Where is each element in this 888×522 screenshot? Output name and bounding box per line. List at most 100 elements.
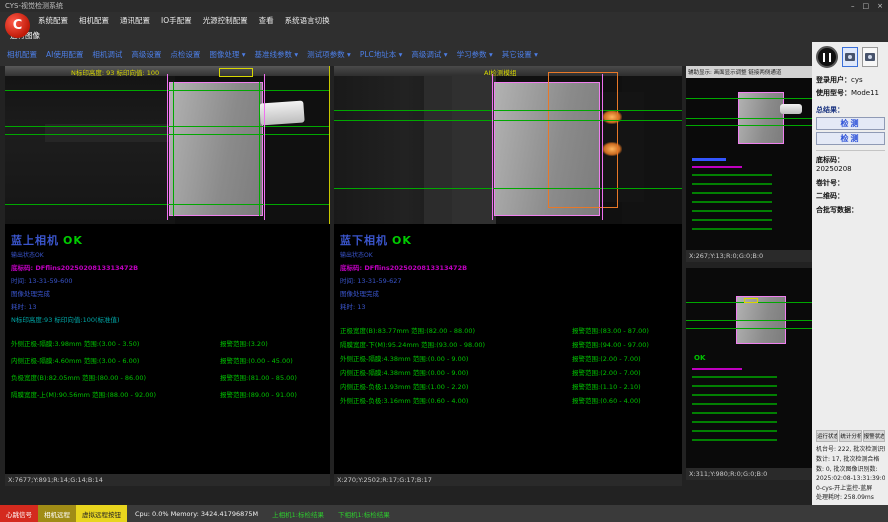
status-ok: OK — [392, 234, 412, 247]
aux-image-bottom[interactable]: OK — [686, 268, 812, 468]
menu-item[interactable]: 系统语言切换 — [285, 15, 330, 26]
pink-edge-line — [492, 74, 493, 220]
barcode-line: 底标码: DFflins2025020813313472B — [340, 262, 676, 272]
pink-edge-line — [264, 74, 265, 220]
aux-header: 辅助显示: 画面显示调整 链接两侧通道 — [686, 66, 812, 78]
menu-item[interactable]: IO手配置 — [161, 15, 192, 26]
menu-item[interactable]: 系统配置 — [38, 15, 68, 26]
toolbar-item[interactable]: 高级调试 ▾ — [411, 49, 447, 60]
toolbar-item[interactable]: 其它设置 ▾ — [502, 49, 538, 60]
cost-line: 耗时: 13 — [340, 301, 676, 311]
green-guide-line — [686, 125, 812, 126]
pause-button[interactable] — [816, 46, 838, 68]
stat-line: 0-cys-开上监控-蓝屏 — [816, 484, 885, 494]
mini-result-text — [692, 174, 772, 234]
heartbeat-indicator[interactable]: 心跳信号 — [0, 505, 38, 522]
measurement-row: 隔膜宽度-上(M):90.56mm 范围:(88.00 - 92.00) 报警范… — [11, 389, 324, 399]
measurement-value: 内侧正极-负极:1.93mm 范围:(1.00 - 2.20) — [340, 381, 572, 391]
result-status-box: 检测 — [816, 117, 885, 130]
toolbar-item[interactable]: 图像处理 ▾ — [209, 49, 245, 60]
measurement-row: 内侧正极-负极:1.93mm 范围:(1.00 - 2.20) 报警范围:(1.… — [340, 381, 676, 391]
camera-icon — [865, 53, 875, 61]
lower-camera-button[interactable] — [862, 47, 878, 67]
lower-results-panel: 蓝下相机OK 输出状态OK 底标码: DFflins20250208133134… — [334, 224, 682, 474]
measurement-row: 内侧正极-隔膜:4.38mm 范围:(0.00 - 9.00) 报警范围:(2.… — [340, 367, 676, 377]
pink-edge-line — [602, 74, 603, 220]
result-status-box: 检测 — [816, 132, 885, 145]
toolbar-item[interactable]: PLC地址本 ▾ — [360, 49, 403, 60]
measurement-row: 外侧正极-负极:3.16mm 范围:(0.60 - 4.00) 报警范围:(0.… — [340, 395, 676, 405]
toolbar-item[interactable]: 学习参数 ▾ — [457, 49, 493, 60]
camera-name: 蓝下相机 — [340, 234, 388, 247]
window-controls: – □ × — [851, 0, 883, 12]
stat-line: 处理耗时: 258.09ms — [816, 493, 885, 503]
alarm-range: 报警范围:(89.00 - 91.00) — [220, 389, 324, 399]
total-result-boxes: 检测检测 — [816, 115, 885, 147]
toolbar-item[interactable]: 高级设置 — [131, 49, 161, 60]
output-status: 输出状态OK — [11, 250, 324, 259]
login-user-label: 登录用户： — [816, 76, 851, 84]
barcode-field: 底标码： 20250208 — [816, 156, 885, 175]
green-guide-line — [334, 110, 682, 111]
stat-tab[interactable]: 报警状态 — [863, 430, 885, 442]
mini-status-text — [692, 158, 726, 161]
toolbar-item[interactable]: 相机调试 — [92, 49, 122, 60]
toolbar-item[interactable]: 点检设置 — [170, 49, 200, 60]
measurement-value: 隔膜宽度-下(M):95.24mm 范围:(93.00 - 98.00) — [340, 339, 572, 349]
stat-tab[interactable]: 运行状态 — [816, 430, 838, 442]
connector-part — [259, 100, 304, 125]
menu-item[interactable]: 查看 — [259, 15, 274, 26]
machine-column — [424, 76, 452, 224]
menu-bar: 系统配置相机配置通讯配置 IO手配置光源控制配置查看系统语言切换 — [0, 12, 888, 28]
mini-barcode-text — [692, 166, 742, 168]
toolbar-item[interactable]: AI使用配置 — [46, 49, 83, 60]
virtual-remote-button[interactable]: 虚拟远程按钮 — [76, 505, 127, 522]
measurement-list: 正极宽度(B):83.77mm 范围:(82.00 - 88.00) 报警范围:… — [340, 325, 676, 405]
process-line: 图像处理完成 — [11, 288, 324, 298]
upper-camera-view: N标印高度: 93 标印向值: 100 蓝上相机OK 输出状态OK 底标码: D… — [5, 66, 330, 486]
maximize-icon[interactable]: □ — [863, 0, 870, 12]
menu-item[interactable]: 通讯配置 — [120, 15, 150, 26]
camera-remote-button[interactable]: 相机远程 — [38, 505, 76, 522]
yellow-marker-box — [219, 68, 253, 77]
divider — [816, 150, 885, 151]
app-window: CYS-视觉检测系统 – □ × C 系统配置相机配置通讯配置IO手配置光源控制… — [0, 0, 888, 522]
upper-camera-button[interactable] — [842, 47, 858, 67]
menu-item[interactable]: 光源控制配置 — [203, 15, 248, 26]
toolbar: 相机配置 AI使用配置相机调试高级设置点检设置图像处理 ▾ 基准线参数 ▾ 测试项参数… — [0, 42, 812, 66]
alarm-range: 报警范围:(0.00 - 45.00) — [220, 355, 324, 365]
stat-line: 2025:02:08-13:31:39:05- — [816, 474, 885, 484]
minimize-icon[interactable]: – — [851, 0, 855, 12]
qr-label: 二维码： — [816, 192, 844, 200]
stat-tabs: 运行状态统计分析报警状态 — [816, 430, 885, 442]
stat-line: 数计: 17, 批次检测合格 — [816, 455, 885, 465]
stat-line: 机台号: 222, 批次检测识别 — [816, 445, 885, 455]
pink-edge-line — [167, 74, 168, 220]
green-guide-line — [334, 120, 682, 121]
measurement-row: 外侧正极-隔膜:4.38mm 范围:(0.00 - 9.00) 报警范围:(2.… — [340, 353, 676, 363]
measurement-row: 正极宽度(B):83.77mm 范围:(82.00 - 88.00) 报警范围:… — [340, 325, 676, 335]
alarm-range: 报警范围:(3.20) — [220, 338, 324, 348]
upper-camera-image[interactable]: N标印高度: 93 标印向值: 100 — [5, 66, 330, 224]
inspected-part — [169, 82, 263, 216]
menu-item[interactable]: 相机配置 — [79, 15, 109, 26]
close-icon[interactable]: × — [877, 0, 883, 12]
green-edge-line — [259, 82, 260, 216]
green-edge-line — [173, 82, 174, 216]
lower-camera-image[interactable]: AI检测模组 — [334, 66, 682, 224]
standard-line: N标印高度:93 标印向值:100(标准值) — [11, 314, 324, 324]
toolbar-item[interactable]: 基准线参数 ▾ — [255, 49, 299, 60]
alarm-range: 报警范围:(83.00 - 87.00) — [572, 325, 676, 335]
measurement-value: 负极宽度(B):82.05mm 范围:(80.00 - 86.00) — [11, 372, 220, 382]
stat-tab[interactable]: 统计分析 — [839, 430, 861, 442]
main-column: 相机配置 AI使用配置相机调试高级设置点检设置图像处理 ▾ 基准线参数 ▾ 测试项参数… — [0, 42, 812, 505]
qr-field: 二维码： — [816, 192, 885, 201]
toolbar-item[interactable]: 相机配置 — [7, 49, 37, 60]
auxiliary-views-column: 辅助显示: 画面显示调整 链接两侧通道 X:267;Y:13 — [686, 66, 812, 505]
toolbar-item[interactable]: 测试项参数 ▾ — [307, 49, 351, 60]
green-guide-line — [686, 328, 812, 329]
measurement-row: 负极宽度(B):82.05mm 范围:(80.00 - 86.00) 报警范围:… — [11, 372, 324, 382]
aux-image-top[interactable] — [686, 78, 812, 250]
alarm-range: 报警范围:(2.00 - 7.00) — [572, 353, 676, 363]
model-value: Mode11 — [851, 89, 879, 97]
